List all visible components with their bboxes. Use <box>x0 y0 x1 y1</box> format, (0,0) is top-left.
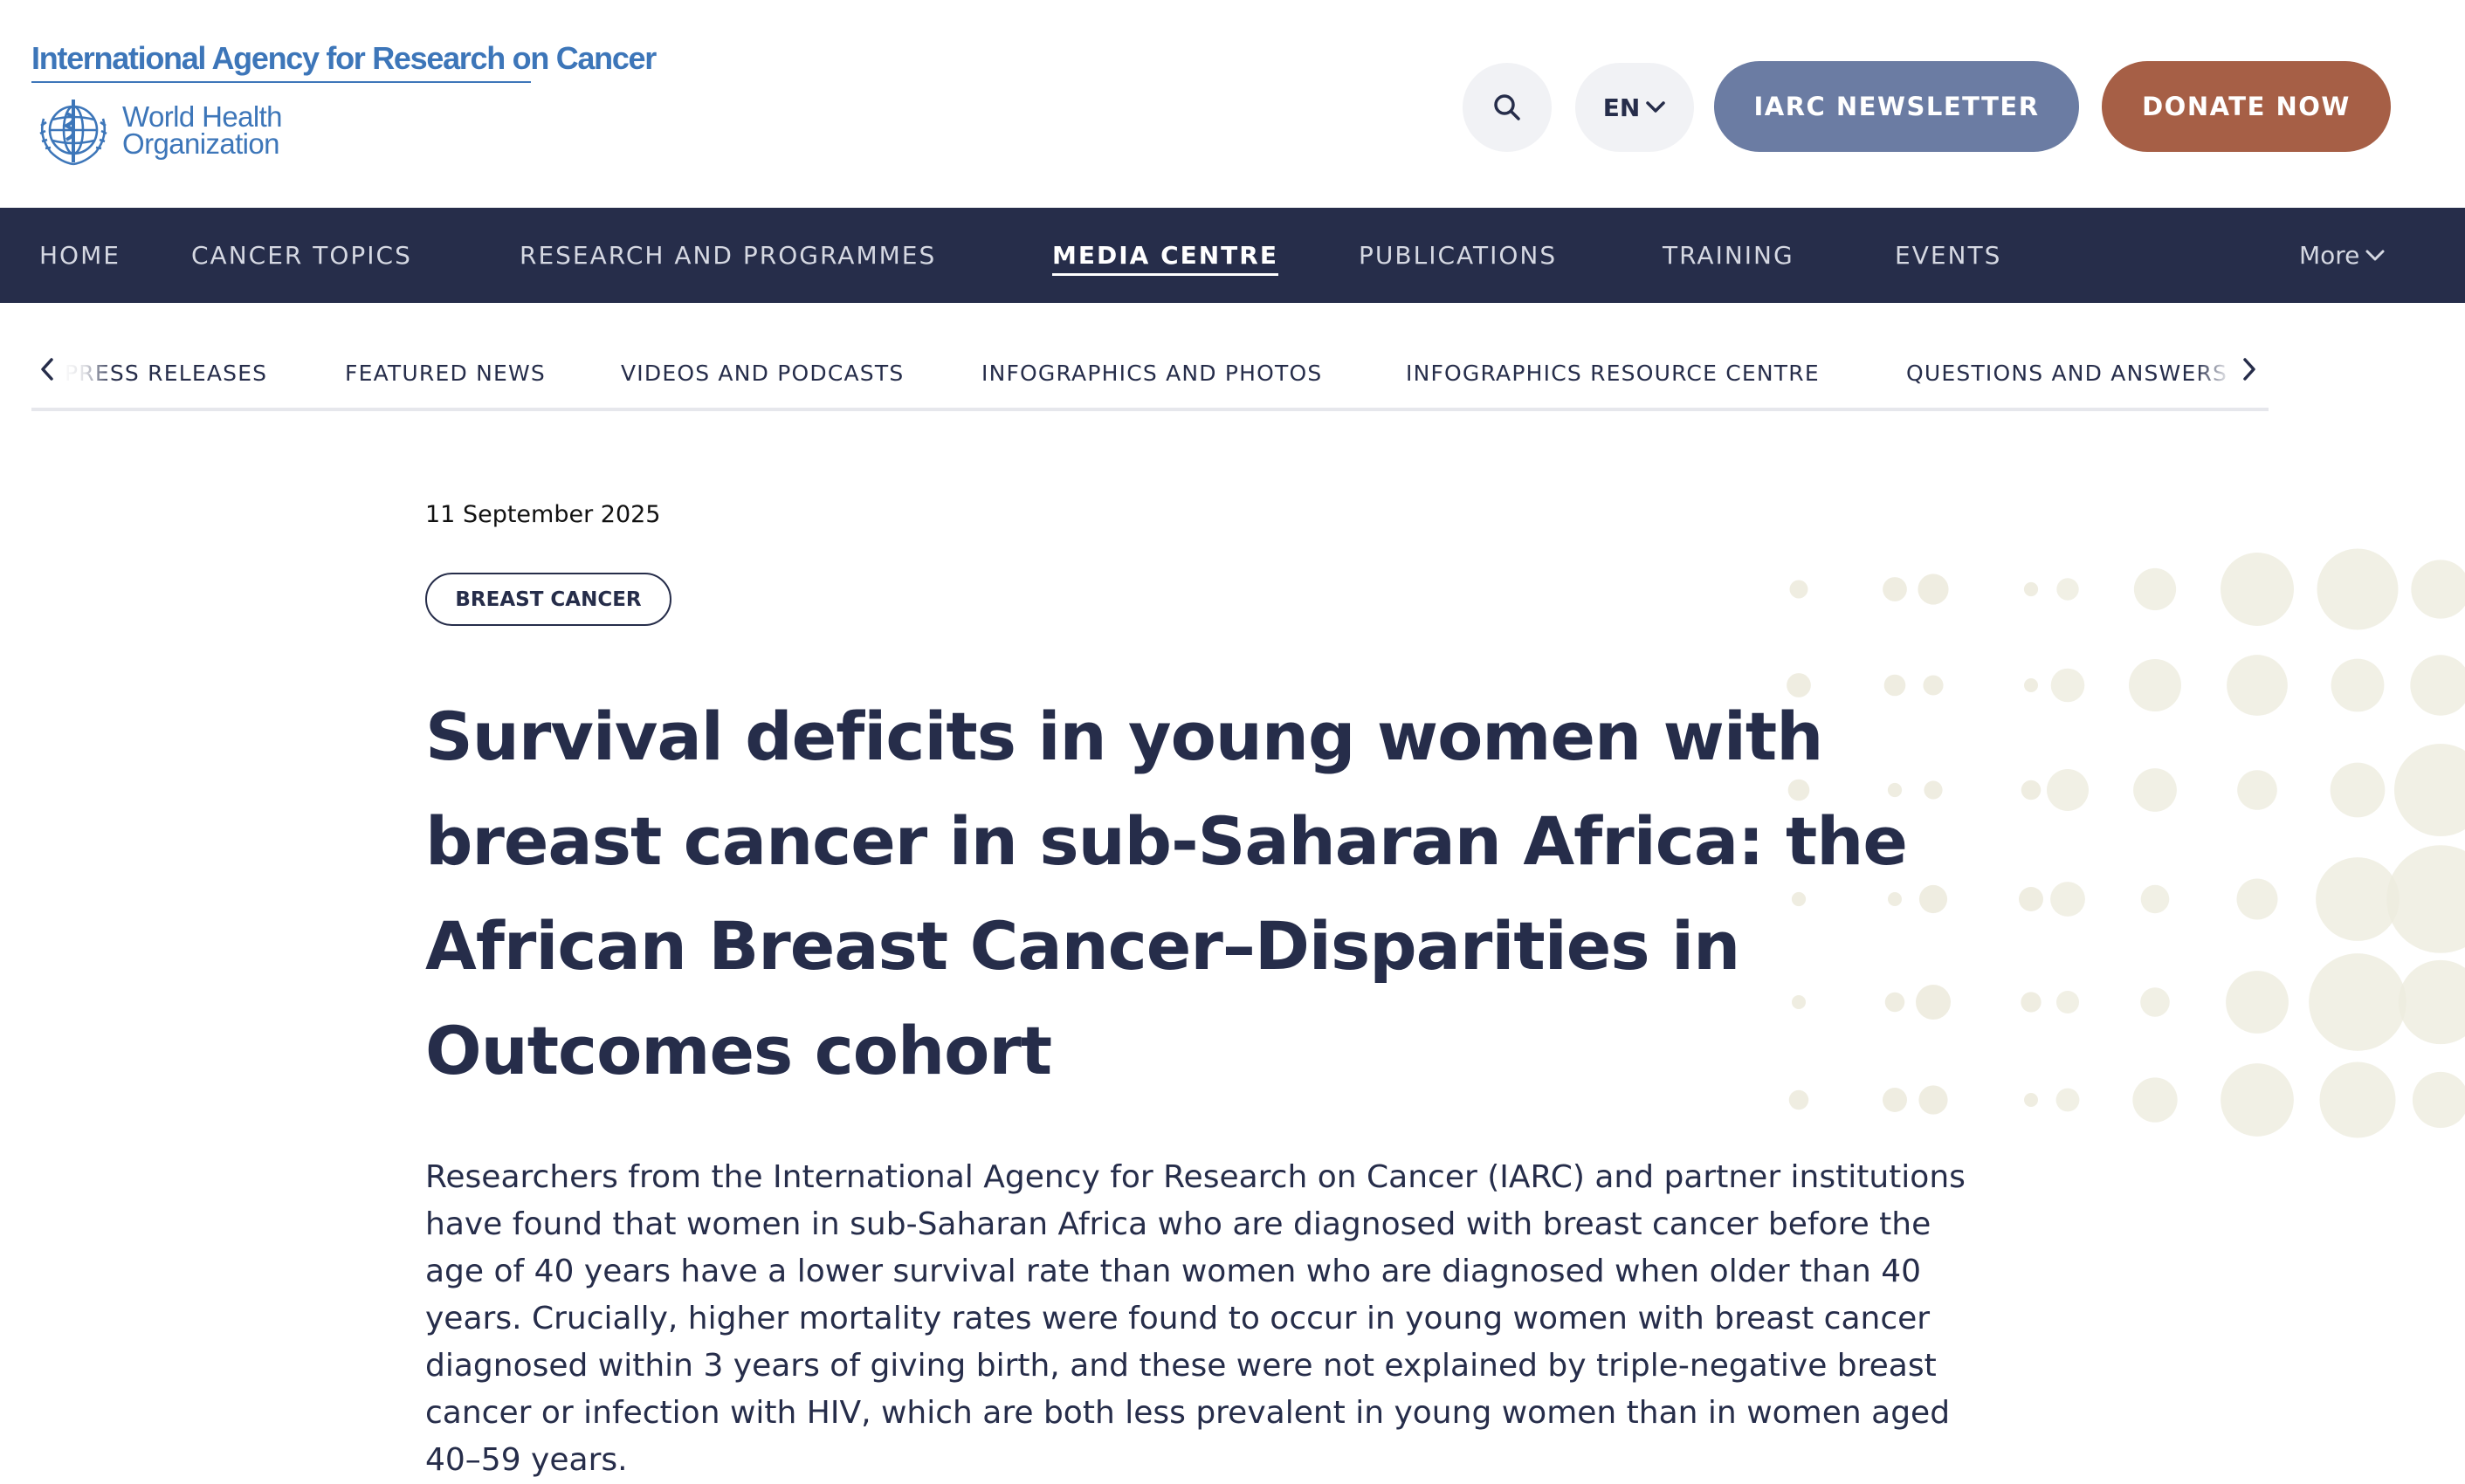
decorative-dot <box>2331 658 2385 712</box>
decorative-dot <box>2023 581 2039 597</box>
who-logo-text[interactable]: World Health Organization <box>122 100 283 160</box>
decorative-dot <box>2056 578 2079 601</box>
subnav-item-videos-and-podcasts[interactable]: VIDEOS AND PODCASTS <box>621 361 904 386</box>
nav-more-menu[interactable]: More <box>2299 208 2386 303</box>
decorative-dot <box>2021 780 2042 800</box>
topic-tag-breast-cancer[interactable]: BREAST CANCER <box>425 573 671 626</box>
decorative-dot <box>2412 1071 2465 1129</box>
decorative-dot <box>2021 992 2042 1013</box>
decorative-dot <box>2330 762 2386 818</box>
nav-item-cancer-topics[interactable]: CANCER TOPICS <box>191 208 412 303</box>
subnav-item-questions-and-answers[interactable]: QUESTIONS AND ANSWERS <box>1906 361 2227 386</box>
nav-item-training[interactable]: TRAINING <box>1663 208 1794 303</box>
decorative-dot <box>2398 959 2465 1045</box>
decorative-dot <box>2055 990 2080 1014</box>
site-header: International Agency for Research on Can… <box>0 0 2465 208</box>
nav-item-home[interactable]: HOME <box>39 208 120 303</box>
who-line-2: Organization <box>122 127 280 160</box>
nav-item-label: MEDIA CENTRE <box>1052 241 1278 276</box>
subnav-item-infographics-and-photos[interactable]: INFOGRAPHICS AND PHOTOS <box>981 361 1322 386</box>
who-line-1: World Health <box>122 100 283 133</box>
decorative-dot <box>1918 574 1949 605</box>
nav-item-label: TRAINING <box>1663 241 1794 270</box>
decorative-dot <box>2236 878 2278 920</box>
donate-button[interactable]: DONATE NOW <box>2102 61 2391 152</box>
article-title: Survival deficits in young women with br… <box>425 697 1908 1089</box>
decorative-dot <box>2319 1061 2396 1138</box>
nav-item-publications[interactable]: PUBLICATIONS <box>1359 208 1557 303</box>
decorative-dot <box>2140 884 2170 914</box>
logo-divider <box>31 81 531 83</box>
decorative-dot <box>2024 678 2038 692</box>
article-lead-paragraph: Researchers from the International Agenc… <box>425 1159 1966 1478</box>
chevron-down-icon <box>2365 250 2385 260</box>
decorative-dot <box>2133 567 2177 611</box>
nav-item-label: HOME <box>39 241 120 270</box>
nav-item-label: RESEARCH AND PROGRAMMES <box>520 241 937 270</box>
subnav-item-infographics-resource-centre[interactable]: INFOGRAPHICS RESOURCE CENTRE <box>1406 361 1820 386</box>
scroll-right-button[interactable] <box>2234 352 2265 387</box>
decorative-dot <box>2386 845 2465 953</box>
decorative-dot <box>2411 560 2465 619</box>
decorative-dot <box>2226 971 2289 1034</box>
decorative-dot <box>2317 548 2399 630</box>
decorative-dot <box>2019 887 2043 911</box>
decorative-dot <box>2309 953 2406 1051</box>
sub-navigation: PRESS RELEASES FEATURED NEWS VIDEOS AND … <box>31 303 2269 411</box>
chevron-down-icon <box>1646 101 1666 113</box>
decorative-dot <box>2132 1077 2178 1123</box>
decorative-dot <box>2050 668 2085 703</box>
nav-item-research-and-programmes[interactable]: RESEARCH AND PROGRAMMES <box>520 208 936 303</box>
decorative-dot <box>2410 655 2465 716</box>
decorative-dot <box>2237 770 2277 810</box>
decorative-dot <box>2055 1088 2080 1112</box>
decorative-dot <box>2129 659 2181 711</box>
chevron-left-icon <box>41 358 53 381</box>
decorative-dot <box>1789 580 1808 599</box>
main-navigation: HOME CANCER TOPICS RESEARCH AND PROGRAMM… <box>0 208 2465 303</box>
decorative-dot <box>2227 655 2288 716</box>
nav-more-label: More <box>2299 241 2360 270</box>
article-date: 11 September 2025 <box>425 501 661 528</box>
decorative-dot <box>2133 768 2177 812</box>
decorative-dot <box>2221 553 2294 626</box>
search-icon <box>1494 94 1520 120</box>
decorative-dot <box>2394 744 2465 836</box>
decorative-dot <box>2047 769 2089 811</box>
scroll-left-button[interactable] <box>31 352 63 387</box>
iarc-logo-text[interactable]: International Agency for Research on Can… <box>31 40 657 77</box>
subnav-item-press-releases[interactable]: PRESS RELEASES <box>65 361 267 386</box>
nav-item-events[interactable]: EVENTS <box>1895 208 2001 303</box>
decorative-dot <box>2221 1063 2294 1137</box>
decorative-dot <box>2140 987 2170 1017</box>
nav-item-label: EVENTS <box>1895 241 2002 270</box>
newsletter-button[interactable]: IARC NEWSLETTER <box>1714 61 2079 152</box>
language-selector[interactable]: EN <box>1575 63 1694 152</box>
chevron-right-icon <box>2243 358 2255 381</box>
subnav-item-featured-news[interactable]: FEATURED NEWS <box>345 361 546 386</box>
decorative-dot <box>2024 1093 2038 1107</box>
decorative-dot <box>2050 882 2085 917</box>
language-label: EN <box>1602 93 1641 122</box>
nav-item-media-centre[interactable]: MEDIA CENTRE <box>1052 208 1278 303</box>
nav-item-label: PUBLICATIONS <box>1359 241 1558 270</box>
search-button[interactable] <box>1463 63 1552 152</box>
who-emblem-icon[interactable] <box>31 93 115 171</box>
nav-item-label: CANCER TOPICS <box>191 241 412 270</box>
decorative-dot <box>1883 577 1907 601</box>
